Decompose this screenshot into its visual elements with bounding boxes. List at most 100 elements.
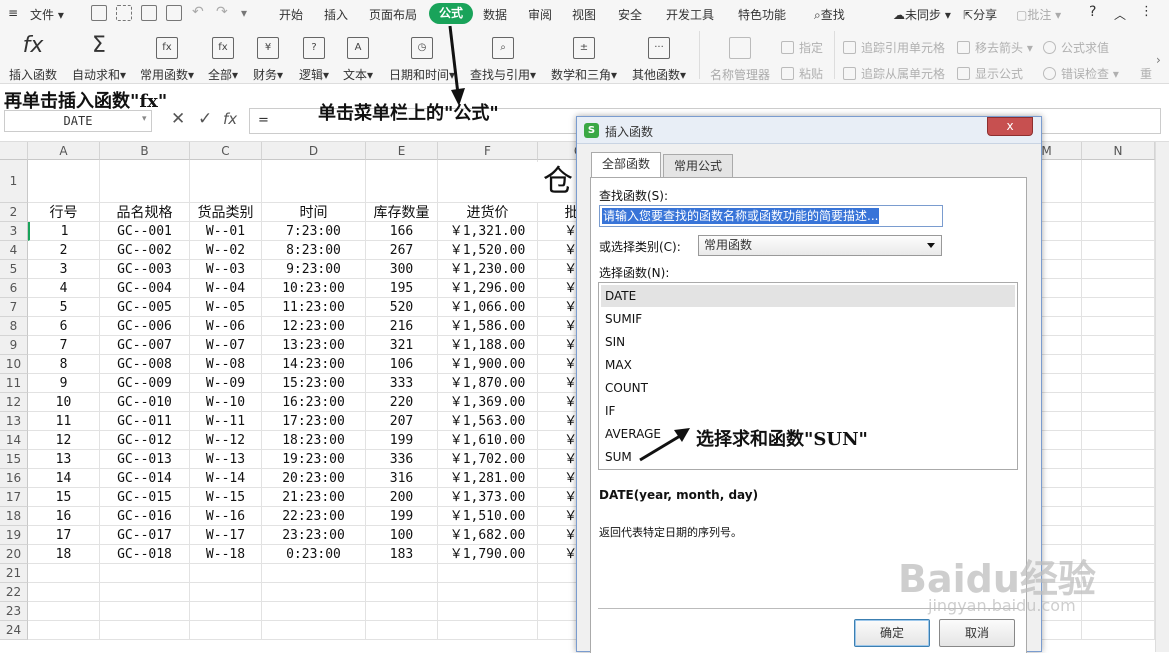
tab-developer[interactable]: 开发工具	[666, 6, 714, 23]
column-header[interactable]: C	[190, 142, 262, 160]
table-cell[interactable]	[262, 602, 366, 621]
table-cell[interactable]	[366, 160, 438, 203]
function-item[interactable]: SIN	[601, 331, 1015, 353]
table-cell[interactable]: 11:23:00	[262, 298, 366, 317]
table-cell[interactable]	[1082, 336, 1155, 355]
lookup-button[interactable]: ⌕ 查找与引用▾	[466, 27, 540, 84]
evaluate-formula-button[interactable]: 公式求值	[1043, 39, 1109, 57]
row-header[interactable]: 4	[0, 241, 28, 260]
table-cell[interactable]: ￥1,702.00	[438, 450, 538, 469]
name-manager-button[interactable]: 名称管理器	[705, 27, 775, 84]
table-cell[interactable]	[438, 564, 538, 583]
table-cell[interactable]	[1082, 260, 1155, 279]
table-cell[interactable]: W--16	[190, 507, 262, 526]
table-cell[interactable]: W--11	[190, 412, 262, 431]
table-cell[interactable]: GC--001	[100, 222, 190, 241]
tab-data[interactable]: 数据	[483, 6, 507, 23]
tab-home[interactable]: 开始	[279, 6, 303, 23]
row-header[interactable]: 21	[0, 564, 28, 583]
table-cell[interactable]	[262, 583, 366, 602]
table-cell[interactable]: W--15	[190, 488, 262, 507]
table-cell[interactable]	[28, 564, 100, 583]
help-icon[interactable]: ?	[1089, 4, 1096, 20]
row-header[interactable]: 17	[0, 488, 28, 507]
remove-arrows-button[interactable]: 移去箭头 ▾	[957, 39, 1033, 57]
table-cell[interactable]	[28, 621, 100, 640]
table-cell[interactable]: 100	[366, 526, 438, 545]
table-cell[interactable]: GC--011	[100, 412, 190, 431]
table-cell[interactable]: 0:23:00	[262, 545, 366, 564]
paste-name-button[interactable]: 粘贴	[781, 65, 823, 83]
table-cell[interactable]: 333	[366, 374, 438, 393]
table-cell[interactable]: 13:23:00	[262, 336, 366, 355]
assign-button[interactable]: 指定	[781, 39, 823, 57]
table-cell[interactable]: W--09	[190, 374, 262, 393]
table-cell[interactable]	[1082, 621, 1155, 640]
row-header[interactable]: 9	[0, 336, 28, 355]
table-cell[interactable]: 6	[28, 317, 100, 336]
print-preview-icon[interactable]	[166, 5, 182, 21]
table-cell[interactable]: ￥1,790.00	[438, 545, 538, 564]
table-cell[interactable]: 7	[28, 336, 100, 355]
table-cell[interactable]: 库存数量	[366, 203, 438, 222]
table-cell[interactable]: ￥1,296.00	[438, 279, 538, 298]
table-cell[interactable]: 14:23:00	[262, 355, 366, 374]
tab-view[interactable]: 视图	[572, 6, 596, 23]
table-cell[interactable]: GC--006	[100, 317, 190, 336]
table-cell[interactable]: 19:23:00	[262, 450, 366, 469]
table-cell[interactable]	[1082, 412, 1155, 431]
name-box-dropdown-icon[interactable]: ▾	[142, 114, 147, 124]
table-cell[interactable]	[1082, 526, 1155, 545]
table-cell[interactable]: ￥1,563.00	[438, 412, 538, 431]
tab-insert[interactable]: 插入	[324, 6, 348, 23]
vertical-scrollbar[interactable]	[1155, 142, 1169, 652]
table-cell[interactable]	[438, 160, 538, 203]
table-cell[interactable]: ￥1,510.00	[438, 507, 538, 526]
table-cell[interactable]: 216	[366, 317, 438, 336]
row-header[interactable]: 8	[0, 317, 28, 336]
ok-button[interactable]: 确定	[854, 619, 930, 647]
table-cell[interactable]: ￥1,520.00	[438, 241, 538, 260]
insert-function-button[interactable]: fx 插入函数	[4, 27, 62, 84]
table-cell[interactable]	[28, 583, 100, 602]
table-cell[interactable]: 21:23:00	[262, 488, 366, 507]
table-cell[interactable]: 267	[366, 241, 438, 260]
file-menu[interactable]: 文件 ▾	[30, 6, 64, 23]
table-cell[interactable]: 106	[366, 355, 438, 374]
table-cell[interactable]	[262, 621, 366, 640]
table-cell[interactable]: W--08	[190, 355, 262, 374]
table-cell[interactable]: 15:23:00	[262, 374, 366, 393]
table-cell[interactable]	[100, 160, 190, 203]
table-cell[interactable]: ￥1,610.00	[438, 431, 538, 450]
table-cell[interactable]: W--07	[190, 336, 262, 355]
table-cell[interactable]: W--04	[190, 279, 262, 298]
table-cell[interactable]: 1	[28, 222, 100, 241]
save-icon[interactable]	[91, 5, 107, 21]
table-cell[interactable]: 23:23:00	[262, 526, 366, 545]
tab-common-formulas[interactable]: 常用公式	[663, 154, 733, 178]
tab-review[interactable]: 审阅	[528, 6, 552, 23]
table-cell[interactable]: W--06	[190, 317, 262, 336]
function-item[interactable]: COUNT	[601, 377, 1015, 399]
text-button[interactable]: A 文本▾	[338, 27, 378, 84]
table-cell[interactable]: 9:23:00	[262, 260, 366, 279]
table-cell[interactable]: GC--005	[100, 298, 190, 317]
search-button[interactable]: ⌕查找	[814, 6, 845, 23]
row-header[interactable]: 15	[0, 450, 28, 469]
row-header[interactable]: 2	[0, 203, 28, 222]
sync-button[interactable]: ☁未同步 ▾	[893, 6, 951, 23]
row-header[interactable]: 6	[0, 279, 28, 298]
column-header[interactable]: F	[438, 142, 538, 160]
column-header[interactable]: B	[100, 142, 190, 160]
confirm-icon[interactable]: ✓	[198, 109, 212, 129]
table-cell[interactable]: GC--015	[100, 488, 190, 507]
table-cell[interactable]: 316	[366, 469, 438, 488]
column-header[interactable]: D	[262, 142, 366, 160]
dialog-titlebar[interactable]: S 插入函数 x	[577, 117, 1041, 144]
row-header[interactable]: 23	[0, 602, 28, 621]
table-cell[interactable]: GC--018	[100, 545, 190, 564]
table-cell[interactable]: ￥1,066.00	[438, 298, 538, 317]
row-header[interactable]: 12	[0, 393, 28, 412]
table-cell[interactable]	[28, 602, 100, 621]
table-cell[interactable]: W--14	[190, 469, 262, 488]
